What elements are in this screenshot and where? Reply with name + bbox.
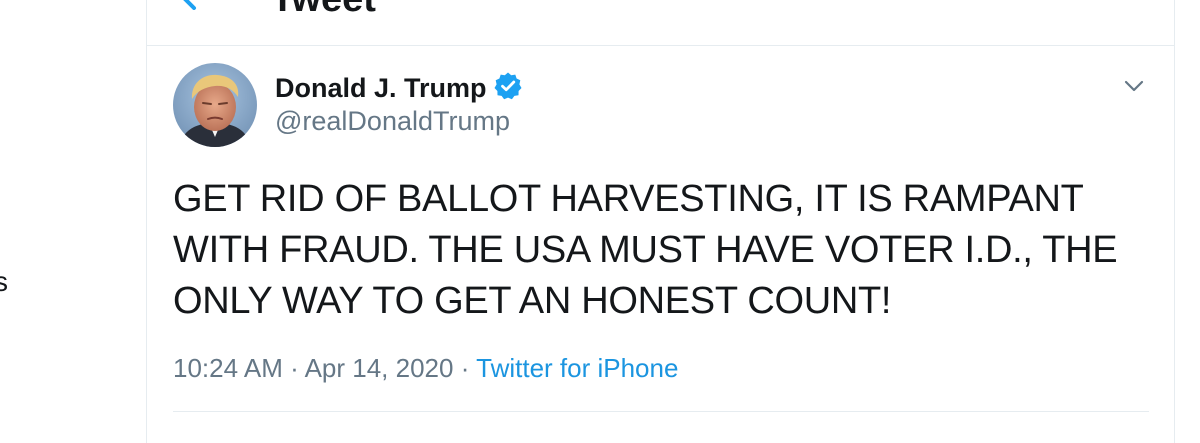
back-arrow-icon[interactable] [177, 0, 221, 10]
tweet-time[interactable]: 10:24 AM [173, 353, 283, 383]
meta-separator: · [290, 353, 299, 383]
verified-badge-icon [493, 71, 523, 101]
avatar[interactable] [173, 63, 257, 147]
sidebar-nav-label[interactable]: s [0, 262, 8, 302]
tweet-column: Tweet [146, 0, 1175, 443]
twitter-page: s Tweet [0, 0, 1200, 443]
left-sidebar: s [0, 0, 146, 443]
divider [173, 411, 1149, 412]
display-name[interactable]: Donald J. Trump [275, 73, 487, 103]
page-header: Tweet [147, 0, 1174, 46]
tweet-source-link[interactable]: Twitter for iPhone [476, 353, 678, 383]
chevron-down-icon[interactable] [1122, 74, 1146, 98]
tweet-metadata: 10:24 AM · Apr 14, 2020 · Twitter for iP… [173, 350, 678, 386]
tweet-date[interactable]: Apr 14, 2020 [305, 353, 454, 383]
page-title: Tweet [271, 0, 376, 21]
display-name-group[interactable]: Donald J. Trump [275, 71, 523, 105]
tweet-text: GET RID OF BALLOT HARVESTING, IT IS RAMP… [173, 178, 1118, 322]
tweet-author: Donald J. Trump @realDonaldTrump [173, 63, 1133, 147]
meta-separator: · [460, 353, 470, 383]
user-handle[interactable]: @realDonaldTrump [275, 104, 510, 138]
